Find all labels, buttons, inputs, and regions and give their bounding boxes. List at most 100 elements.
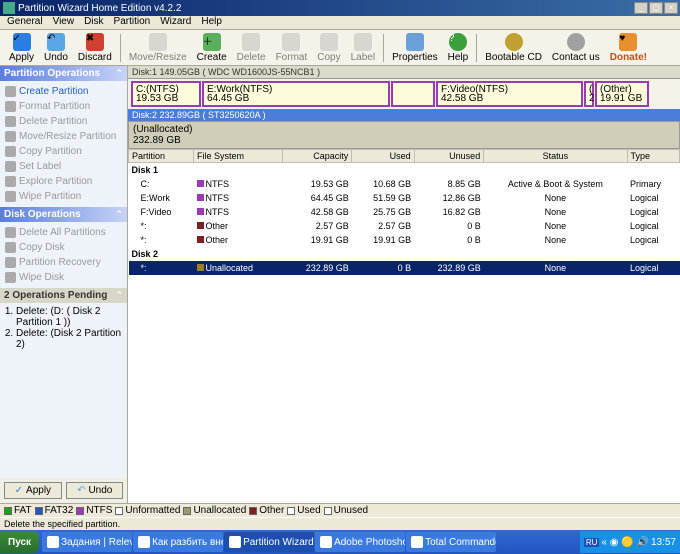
action-icon xyxy=(5,272,16,283)
start-button[interactable]: Пуск xyxy=(0,531,39,553)
table-row[interactable]: F:VideoNTFS42.58 GB25.75 GB16.82 GBNoneL… xyxy=(129,205,680,219)
disk-block[interactable] xyxy=(391,81,435,107)
copy-button[interactable]: Copy xyxy=(312,32,345,64)
col-header[interactable]: Status xyxy=(484,150,627,163)
window-title: Partition Wizard Home Edition v4.2.2 xyxy=(18,3,181,14)
legend-item: Unformatted xyxy=(115,505,180,516)
discard-button[interactable]: ✖Discard xyxy=(73,32,117,64)
left-panel: Partition Operations⌃ Create PartitionFo… xyxy=(0,66,128,503)
legend-swatch xyxy=(249,507,257,515)
taskbar-item[interactable]: Partition Wizard Hom... xyxy=(224,532,314,552)
minimize-button[interactable]: _ xyxy=(634,2,648,14)
panel-item[interactable]: Delete All Partitions xyxy=(2,225,125,240)
legend-item: Unallocated xyxy=(183,505,246,516)
legend-swatch xyxy=(4,507,12,515)
disk-block[interactable]: F:Video(NTFS)42.58 GB xyxy=(436,81,583,107)
panel-item[interactable]: Copy Partition xyxy=(2,144,125,159)
menu-disk[interactable]: Disk xyxy=(79,16,108,29)
moveresize-button[interactable]: Move/Resize xyxy=(124,32,192,64)
tray-icons[interactable]: « ◉ 🟡 🔊 xyxy=(601,537,649,548)
menu-view[interactable]: View xyxy=(48,16,80,29)
action-icon xyxy=(5,116,16,127)
panel-item[interactable]: Wipe Partition xyxy=(2,189,125,204)
pending-item: Delete: (Disk 2 Partition 2) xyxy=(16,328,123,350)
disk1-map[interactable]: C:(NTFS)19.53 GBE:Work(NTFS)64.45 GB F:Vi… xyxy=(128,79,680,109)
close-button[interactable]: × xyxy=(664,2,678,14)
panel-item[interactable]: Copy Disk xyxy=(2,240,125,255)
format-button[interactable]: Format xyxy=(271,32,313,64)
legend-swatch xyxy=(35,507,43,515)
partition-table[interactable]: PartitionFile SystemCapacityUsedUnusedSt… xyxy=(128,149,680,275)
disk2-header: Disk:2 232.89GB ( ST3250620A ) xyxy=(128,109,680,121)
app-icon xyxy=(47,536,59,548)
contact-button[interactable]: Contact us xyxy=(547,32,605,64)
col-header[interactable]: Partition xyxy=(129,150,194,163)
apply-button-left[interactable]: ✓Apply xyxy=(4,482,62,499)
table-row[interactable]: C:NTFS19.53 GB10.68 GB8.85 GBActive & Bo… xyxy=(129,177,680,191)
col-header[interactable]: File System xyxy=(194,150,283,163)
panel-item[interactable]: Set Label xyxy=(2,159,125,174)
clock[interactable]: 13:57 xyxy=(651,537,676,548)
menu-wizard[interactable]: Wizard xyxy=(155,16,196,29)
collapse-icon: ⌃ xyxy=(115,68,123,79)
disk-block[interactable]: E:Work(NTFS)64.45 GB xyxy=(202,81,390,107)
main-content: Disk:1 149.05GB ( WDC WD1600JS-55NCB1 ) … xyxy=(128,66,680,503)
pending-header[interactable]: 2 Operations Pending⌃ xyxy=(0,288,127,303)
undo-button-left[interactable]: ↶Undo xyxy=(66,482,123,499)
disk-block[interactable]: (Other)19.91 GB xyxy=(595,81,649,107)
menu-general[interactable]: General xyxy=(2,16,48,29)
properties-button[interactable]: Properties xyxy=(387,32,443,64)
bootable-button[interactable]: Bootable CD xyxy=(480,32,547,64)
partition-ops-header[interactable]: Partition Operations⌃ xyxy=(0,66,127,81)
disk-block[interactable]: C:(NTFS)19.53 GB xyxy=(131,81,201,107)
disk2-unallocated[interactable]: (Unallocated)232.89 GB xyxy=(128,121,680,149)
col-header[interactable]: Used xyxy=(352,150,414,163)
maximize-button[interactable]: ▢ xyxy=(649,2,663,14)
legend-item: Other xyxy=(249,505,284,516)
donate-button[interactable]: ♥Donate! xyxy=(605,32,652,64)
disk-label: Disk 2 xyxy=(129,247,680,261)
collapse-icon: ⌃ xyxy=(115,209,123,220)
taskbar-item[interactable]: Задания | RelevantMedi... xyxy=(42,532,132,552)
legend-item: FAT xyxy=(4,505,32,516)
disk-block[interactable]: (2 xyxy=(584,81,594,107)
panel-item[interactable]: Delete Partition xyxy=(2,114,125,129)
taskbar-item[interactable]: Как разбить внешний д... xyxy=(133,532,223,552)
system-tray[interactable]: RU « ◉ 🟡 🔊 13:57 xyxy=(580,531,680,553)
legend-swatch xyxy=(324,507,332,515)
create-button[interactable]: ＋Create xyxy=(192,32,232,64)
label-button[interactable]: Label xyxy=(346,32,380,64)
disk-ops-header[interactable]: Disk Operations⌃ xyxy=(0,207,127,222)
action-icon xyxy=(5,242,16,253)
taskbar-item[interactable]: Adobe Photoshop xyxy=(315,532,405,552)
col-header[interactable]: Unused xyxy=(414,150,484,163)
col-header[interactable]: Type xyxy=(627,150,680,163)
panel-item[interactable]: Move/Resize Partition xyxy=(2,129,125,144)
taskbar: Пуск Задания | RelevantMedi...Как разбит… xyxy=(0,530,680,554)
panel-item[interactable]: Partition Recovery xyxy=(2,255,125,270)
action-icon xyxy=(5,86,16,97)
action-icon xyxy=(5,146,16,157)
app-icon xyxy=(3,2,15,14)
legend: FATFAT32NTFSUnformattedUnallocatedOtherU… xyxy=(0,503,680,517)
panel-item[interactable]: Wipe Disk xyxy=(2,270,125,285)
taskbar-item[interactable]: Total Commander 7.0 - S... xyxy=(406,532,496,552)
panel-item[interactable]: Create Partition xyxy=(2,84,125,99)
help-button[interactable]: ?Help xyxy=(443,32,474,64)
table-row[interactable]: *:Other2.57 GB2.57 GB0 BNoneLogical xyxy=(129,219,680,233)
panel-item[interactable]: Explore Partition xyxy=(2,174,125,189)
table-row[interactable]: E:WorkNTFS64.45 GB51.59 GB12.86 GBNoneLo… xyxy=(129,191,680,205)
menu-partition[interactable]: Partition xyxy=(109,16,156,29)
legend-item: Used xyxy=(287,505,320,516)
menu-help[interactable]: Help xyxy=(196,16,227,29)
col-header[interactable]: Capacity xyxy=(282,150,352,163)
apply-button[interactable]: ✓Apply xyxy=(4,32,39,64)
table-row[interactable]: *:Unallocated232.89 GB0 B232.89 GBNoneLo… xyxy=(129,261,680,275)
delete-button[interactable]: Delete xyxy=(232,32,271,64)
panel-item[interactable]: Format Partition xyxy=(2,99,125,114)
lang-indicator[interactable]: RU xyxy=(584,538,600,547)
legend-swatch xyxy=(183,507,191,515)
table-row[interactable]: *:Other19.91 GB19.91 GB0 BNoneLogical xyxy=(129,233,680,247)
undo-button[interactable]: ↶Undo xyxy=(39,32,73,64)
disk-label: Disk 1 xyxy=(129,163,680,178)
